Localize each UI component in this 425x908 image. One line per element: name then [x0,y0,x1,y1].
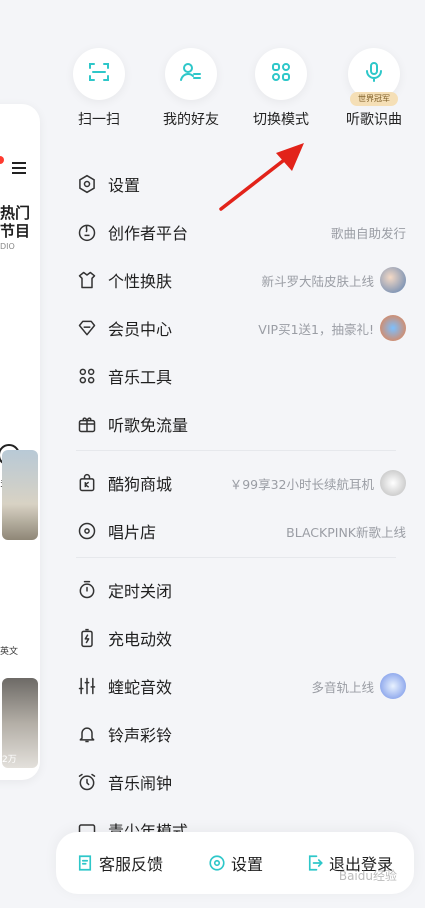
menu-item-skin[interactable]: 个性换肤 新斗罗大陆皮肤上线 [56,256,406,304]
menu-subtext: 新斗罗大陆皮肤上线 [261,273,374,289]
bottom-settings-label: 设置 [231,855,264,874]
menu-subtext: 多音轨上线 [311,679,374,695]
equalizer-icon [76,675,98,697]
menu-item-viper-audio[interactable]: 蝰蛇音效 多音轨上线 [56,662,406,710]
menu-label: 充电动效 [108,630,173,649]
vip-avatar [380,315,406,341]
menu-item-ringtone[interactable]: 铃声彩铃 [56,710,406,758]
timer-icon [76,579,98,601]
quick-action-label: 听歌识曲 [346,112,402,128]
menu-label: 音乐闹钟 [108,774,173,793]
menu-item-charge-fx[interactable]: 充电动效 [56,614,406,662]
bottom-settings-button[interactable]: 设置 [208,851,263,875]
menu-subtext: ￥99享32小时长续航耳机 [229,476,374,492]
quick-action-switch-mode[interactable]: 切换模式 [241,48,321,129]
menu-item-free-data[interactable]: 听歌免流量 [56,400,406,448]
friends-icon [179,60,203,88]
record-icon [76,520,98,542]
menu-label: 蝰蛇音效 [108,678,173,697]
menu-label: 唱片店 [108,523,157,542]
menu-label: 音乐工具 [108,368,173,387]
quick-action-friends[interactable]: 我的好友 [151,48,231,129]
feedback-icon [76,854,94,872]
headphone-avatar [380,470,406,496]
settings-icon [76,173,98,195]
viper-avatar [380,673,406,699]
menu-label: 个性换肤 [108,272,173,291]
skin-avatar [380,267,406,293]
menu-item-timer[interactable]: 定时关闭 [56,566,406,614]
play-count-2: 2万 [2,755,17,765]
quick-actions: 扫一扫 我的好友 切换模式 世界冠军 听歌识曲 [56,48,425,138]
menu-subtext: VIP买1送1，抽豪礼! [258,321,374,337]
shirt-icon [76,269,98,291]
bottom-action-bar: 客服反馈 设置 退出登录 [56,832,414,894]
menu-item-creator[interactable]: 创作者平台 歌曲自助发行 [56,208,406,256]
side-drawer: 扫一扫 我的好友 切换模式 世界冠军 听歌识曲 设置 创作者平台 歌曲自助发行 … [56,0,425,908]
bell-icon [76,723,98,745]
music-recognition-icon [362,60,386,88]
menu-label: 酷狗商城 [108,475,173,494]
battery-charge-icon [76,627,98,649]
menu-label: 听歌免流量 [108,416,189,435]
menu-item-record-store[interactable]: 唱片店 BLACKPINK新歌上线 [56,507,406,555]
menu-divider [76,557,396,558]
quick-action-label: 扫一扫 [78,112,120,128]
notification-dot [0,156,4,164]
background-page-card: 热门 节目 DIO 多 万 英文 2万 [0,104,40,780]
hot-programs-sub: DIO [0,242,15,251]
quick-action-label: 我的好友 [163,112,219,128]
menu-item-music-tools[interactable]: 音乐工具 [56,352,406,400]
scan-icon [87,60,111,88]
menu-divider [76,450,396,451]
hamburger-menu-icon[interactable] [12,162,26,164]
menu-subtext: BLACKPINK新歌上线 [286,524,406,540]
menu-label: 铃声彩铃 [108,726,173,745]
gift-icon [76,413,98,435]
watermark: Baidu经验 [338,869,397,883]
menu-item-settings[interactable]: 设置 [56,160,406,208]
hot-programs-title: 热门 节目 [0,204,31,240]
quick-action-scan[interactable]: 扫一扫 [59,48,139,129]
creator-icon [76,221,98,243]
tools-grid-icon [76,365,98,387]
world-champion-badge: 世界冠军 [350,92,398,106]
menu-label: 定时关闭 [108,582,173,601]
menu-subtext: 歌曲自助发行 [330,225,406,241]
play-count-1: 万 [4,627,14,637]
playlist-cover-1[interactable] [2,450,38,540]
settings-icon [208,854,226,872]
customer-service-button[interactable]: 客服反馈 [76,851,163,875]
menu-label: 创作者平台 [108,224,189,243]
menu-item-alarm[interactable]: 音乐闹钟 [56,758,406,806]
menu-label: 设置 [108,176,141,195]
menu-item-vip[interactable]: 会员中心 VIP买1送1，抽豪礼! [56,304,406,352]
shopping-bag-icon [76,472,98,494]
menu-item-mall[interactable]: 酷狗商城 ￥99享32小时长续航耳机 [56,459,406,507]
diamond-icon [76,317,98,339]
logout-icon [306,854,324,872]
quick-action-label: 切换模式 [253,112,309,128]
menu-label: 会员中心 [108,320,173,339]
alarm-clock-icon [76,771,98,793]
playlist-label-1: 英文 [0,647,19,657]
switch-mode-icon [269,60,293,88]
customer-service-label: 客服反馈 [99,855,164,874]
quick-action-music-recognition[interactable]: 世界冠军 听歌识曲 [334,48,414,129]
